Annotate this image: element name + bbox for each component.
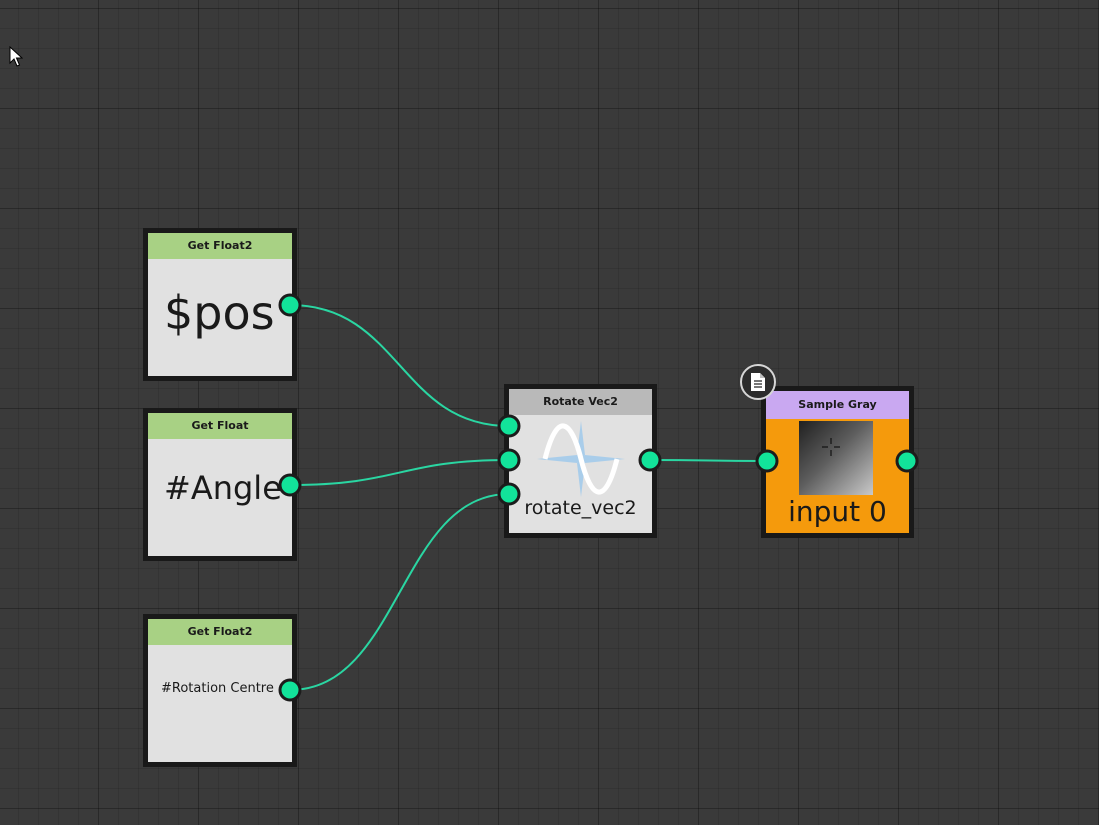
output-port-rotated[interactable] (638, 448, 662, 472)
node-body-panel: Get Float2 #Rotation Centre (148, 619, 292, 762)
input-port-vector[interactable] (497, 414, 521, 438)
node-body-panel: Rotate Vec2 rotate_vec2 (509, 389, 652, 533)
node-sample-gray[interactable]: Sample Gray input 0 (761, 386, 914, 538)
input-port-angle[interactable] (497, 448, 521, 472)
node-get-float-angle[interactable]: Get Float #Angle (143, 408, 297, 561)
output-port-gray[interactable] (895, 449, 919, 473)
node-value: $pos (164, 285, 275, 340)
mouse-cursor-icon (9, 46, 23, 67)
wire-centre-to-rotate[interactable] (289, 493, 510, 691)
wire-rotate-to-sample[interactable] (649, 459, 768, 462)
node-value: #Rotation Centre (161, 681, 274, 696)
node-title: Get Float2 (148, 619, 292, 645)
node-get-float2-pos[interactable]: Get Float2 $pos (143, 228, 297, 381)
node-title: Rotate Vec2 (509, 389, 652, 415)
node-get-float2-rotation-centre[interactable]: Get Float2 #Rotation Centre (143, 614, 297, 767)
node-body-panel: Get Float #Angle (148, 413, 292, 556)
node-value: #Angle (164, 468, 282, 507)
node-title: Sample Gray (766, 391, 909, 419)
node-body-panel: Get Float2 $pos (148, 233, 292, 376)
crosshair-icon (822, 438, 840, 456)
node-title: Get Float (148, 413, 292, 439)
output-port-pos[interactable] (278, 293, 302, 317)
document-icon-glyph (751, 373, 765, 391)
wire-angle-to-rotate[interactable] (289, 459, 510, 486)
input-port-uv[interactable] (755, 449, 779, 473)
texture-preview (799, 421, 873, 495)
node-title: Get Float2 (148, 233, 292, 259)
node-graph-canvas[interactable]: Get Float2 $pos Get Float #Angle Get Flo… (0, 0, 1099, 825)
output-port-angle[interactable] (278, 473, 302, 497)
output-port-rotation-centre[interactable] (278, 678, 302, 702)
node-label: input 0 (788, 495, 887, 528)
sine-wave-icon (537, 421, 625, 497)
wire-pos-to-rotate[interactable] (289, 304, 510, 427)
node-body-panel: Sample Gray input 0 (766, 391, 909, 533)
input-port-centre[interactable] (497, 482, 521, 506)
node-rotate-vec2[interactable]: Rotate Vec2 rotate_vec2 (504, 384, 657, 538)
document-icon[interactable] (740, 364, 776, 400)
node-label: rotate_vec2 (524, 497, 637, 519)
